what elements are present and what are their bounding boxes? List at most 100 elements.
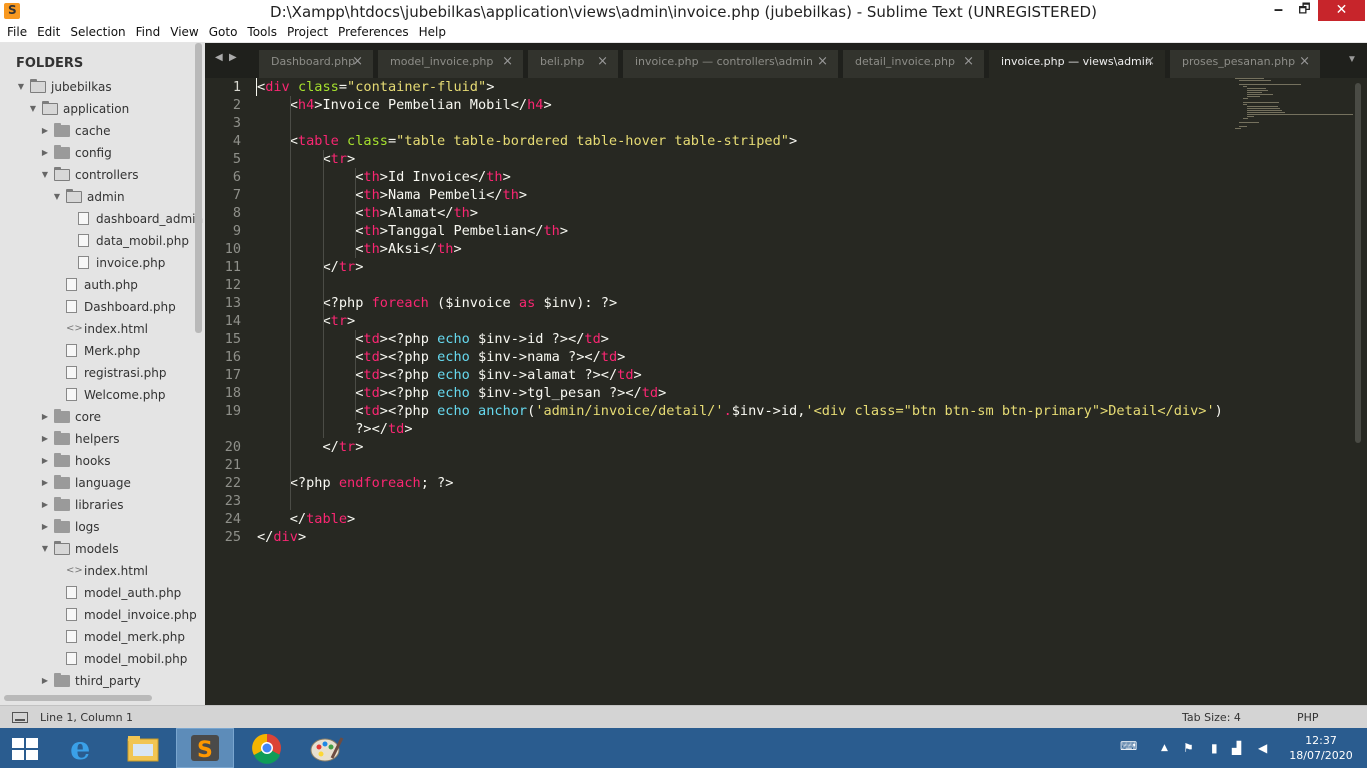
show-hidden-icons-icon[interactable]: ▲ <box>1161 743 1168 753</box>
volume-icon[interactable]: ◀ <box>1258 741 1267 755</box>
sidebar-item-model-invoice-php[interactable]: model_invoice.php <box>0 604 197 626</box>
sidebar-item-auth-php[interactable]: auth.php <box>0 274 195 296</box>
chevron-down-icon[interactable]: ▼ <box>52 186 62 208</box>
chevron-down-icon[interactable]: ▼ <box>40 538 50 560</box>
code-editor[interactable]: 1 2 3 4 5 6 7 8 9 10 11 12 13 14 15 16 17 18 19 20 21 22 23 24 2… <box>205 78 1367 705</box>
minimap-line <box>1235 78 1264 79</box>
sidebar-item-jubebilkas[interactable]: ▼ jubebilkas <box>0 76 195 98</box>
cursor-position[interactable]: Line 1, Column 1 <box>40 711 133 724</box>
sidebar-item-registrasi-php[interactable]: registrasi.php <box>0 362 195 384</box>
sidebar-item-model-mobil-php[interactable]: model_mobil.php <box>0 648 195 670</box>
tab-close-icon[interactable]: × <box>817 50 828 74</box>
keyboard-icon[interactable]: ⌨ <box>1120 739 1137 753</box>
sidebar-item-application[interactable]: ▼ application <box>0 98 195 120</box>
tab-scroll-right-icon[interactable]: ▶ <box>229 52 237 63</box>
sidebar-item-model-merk-php[interactable]: model_merk.php <box>0 626 195 648</box>
sidebar-item-third-party[interactable]: ▶ third_party <box>0 670 195 692</box>
taskbar-chrome[interactable] <box>238 728 296 768</box>
sidebar-item-data-mobil-php[interactable]: data_mobil.php <box>0 230 195 252</box>
sidebar-item-libraries[interactable]: ▶ libraries <box>0 494 195 516</box>
sidebar-item-models[interactable]: ▼ models <box>0 538 195 560</box>
sidebar-horizontal-scrollbar[interactable] <box>4 695 152 701</box>
minimap-line <box>1235 128 1241 129</box>
menu-preferences[interactable]: Preferences <box>333 23 414 42</box>
battery-icon[interactable]: ▮ <box>1211 741 1218 755</box>
start-button[interactable] <box>0 728 58 768</box>
network-icon[interactable]: ▟ <box>1232 741 1241 755</box>
chevron-right-icon[interactable]: ▶ <box>40 428 50 450</box>
sidebar-item-dashboard-php[interactable]: Dashboard.php <box>0 296 195 318</box>
taskbar-sublime-text[interactable]: S <box>176 728 234 768</box>
line-number: 12 <box>224 277 241 293</box>
sidebar-item-merk-php[interactable]: Merk.php <box>0 340 195 362</box>
chevron-right-icon[interactable]: ▶ <box>40 406 50 428</box>
sidebar-item-language[interactable]: ▶ language <box>0 472 195 494</box>
menu-edit[interactable]: Edit <box>32 23 65 42</box>
sidebar-item-hooks[interactable]: ▶ hooks <box>0 450 195 472</box>
menu-help[interactable]: Help <box>414 23 451 42</box>
chevron-right-icon[interactable]: ▶ <box>40 670 50 692</box>
sidebar-item-logs[interactable]: ▶ logs <box>0 516 195 538</box>
sidebar-item-cache[interactable]: ▶ cache <box>0 120 195 142</box>
sidebar-item-helpers[interactable]: ▶ helpers <box>0 428 195 450</box>
tab-invoice-php-controllers-admin[interactable]: invoice.php — controllers\admin × <box>623 50 838 78</box>
sidebar-item-invoice-php[interactable]: invoice.php <box>0 252 195 274</box>
taskbar-clock[interactable]: 12:37 18/07/2020 <box>1283 733 1359 763</box>
restore-button[interactable]: 🗗 <box>1290 0 1319 21</box>
taskbar-file-explorer[interactable] <box>114 728 172 768</box>
tab-scroll-left-icon[interactable]: ◀ <box>215 52 223 63</box>
tab-detail-invoice-php[interactable]: detail_invoice.php × <box>843 50 984 78</box>
taskbar-paint[interactable] <box>298 728 356 768</box>
menu-selection[interactable]: Selection <box>65 23 130 42</box>
code-line: </tr> <box>257 439 364 455</box>
menu-project[interactable]: Project <box>282 23 333 42</box>
chevron-right-icon[interactable]: ▶ <box>40 142 50 164</box>
tab-invoice-php-views-admin[interactable]: invoice.php — views\admin × <box>989 50 1165 78</box>
menu-tools[interactable]: Tools <box>242 23 282 42</box>
sidebar-item-index-html[interactable]: <> index.html <box>0 318 195 340</box>
chevron-right-icon[interactable]: ▶ <box>40 120 50 142</box>
sidebar-item-core[interactable]: ▶ core <box>0 406 195 428</box>
close-button[interactable]: ✕ <box>1318 0 1365 21</box>
menu-view[interactable]: View <box>165 23 203 42</box>
minimize-button[interactable]: 🗕 <box>1264 0 1293 21</box>
tab-close-icon[interactable]: × <box>1299 50 1310 74</box>
tab-model-invoice-php[interactable]: model_invoice.php × <box>378 50 523 78</box>
sidebar-item-index-html[interactable]: <> index.html <box>0 560 195 582</box>
chevron-down-icon[interactable]: ▼ <box>16 76 26 98</box>
tab-close-icon[interactable]: × <box>597 50 608 74</box>
chevron-down-icon[interactable]: ▼ <box>28 98 38 120</box>
menu-goto[interactable]: Goto <box>204 23 243 42</box>
sidebar-item-controllers[interactable]: ▼ controllers <box>0 164 195 186</box>
action-center-flag-icon[interactable]: ⚑ <box>1183 741 1194 755</box>
menu-find[interactable]: Find <box>131 23 166 42</box>
taskbar-internet-explorer[interactable]: e <box>54 728 112 768</box>
tab-proses-pesanan-php[interactable]: proses_pesanan.php × <box>1170 50 1320 78</box>
minimap[interactable] <box>1235 78 1355 138</box>
folder-sidebar: FOLDERS ▼ jubebilkas ▼ application ▶ cache ▶ co… <box>0 43 205 705</box>
chevron-right-icon[interactable]: ▶ <box>40 450 50 472</box>
sidebar-item-dashboard-admin[interactable]: dashboard_admin <box>0 208 203 230</box>
tab-close-icon[interactable]: × <box>352 50 363 74</box>
menu-file[interactable]: File <box>2 23 32 42</box>
tab-beli-php[interactable]: beli.php × <box>528 50 618 78</box>
panel-toggle-icon[interactable] <box>12 712 28 723</box>
tab-size-indicator[interactable]: Tab Size: 4 <box>1182 711 1241 724</box>
tab-dashboard-php[interactable]: Dashboard.php × <box>259 50 373 78</box>
tab-list-dropdown-icon[interactable]: ▼ <box>1347 54 1357 65</box>
sidebar-item-welcome-php[interactable]: Welcome.php <box>0 384 195 406</box>
sidebar-item-config[interactable]: ▶ config <box>0 142 195 164</box>
tab-close-icon[interactable]: × <box>1144 50 1155 74</box>
sidebar-item-admin[interactable]: ▼ admin <box>0 186 195 208</box>
tab-close-icon[interactable]: × <box>963 50 974 74</box>
sidebar-item-model-auth-php[interactable]: model_auth.php <box>0 582 195 604</box>
indent-guide <box>355 330 357 420</box>
editor-vertical-scrollbar[interactable] <box>1355 83 1361 443</box>
syntax-indicator[interactable]: PHP <box>1297 711 1319 724</box>
tab-close-icon[interactable]: × <box>502 50 513 74</box>
chevron-right-icon[interactable]: ▶ <box>40 472 50 494</box>
chevron-right-icon[interactable]: ▶ <box>40 494 50 516</box>
chevron-down-icon[interactable]: ▼ <box>40 164 50 186</box>
chevron-right-icon[interactable]: ▶ <box>40 516 50 538</box>
sidebar-vertical-scrollbar[interactable] <box>195 43 202 333</box>
